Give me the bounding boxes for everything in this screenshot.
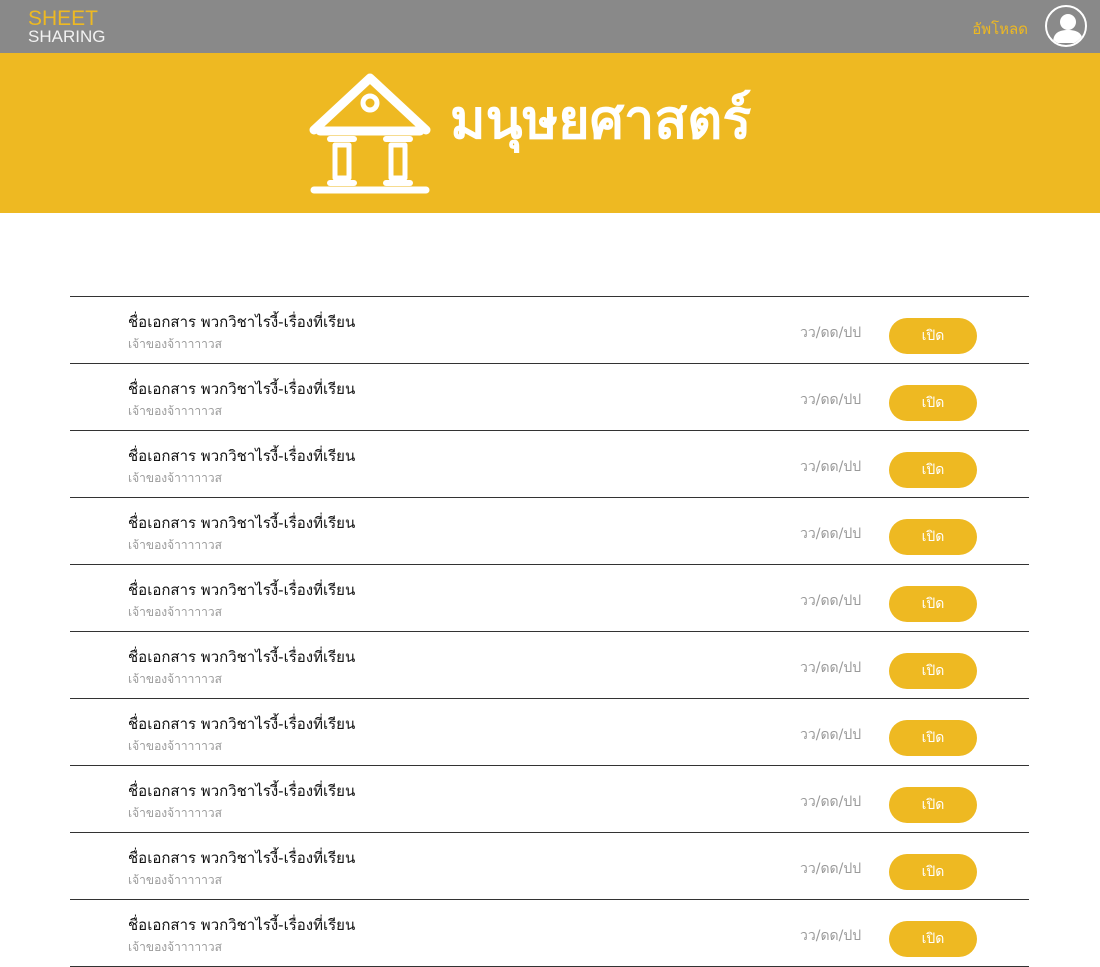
user-avatar-icon[interactable] — [1045, 5, 1087, 47]
page-title: มนุษยศาสตร์ — [450, 88, 752, 151]
document-owner: เจ้าของจ้าาาาาวส — [128, 940, 222, 954]
document-date: วว/ดด/ปป — [800, 660, 862, 676]
document-owner: เจ้าของจ้าาาาาวส — [128, 404, 222, 418]
document-owner: เจ้าของจ้าาาาาวส — [128, 873, 222, 887]
open-button[interactable]: เปิด — [889, 385, 977, 421]
document-row[interactable]: ชื่อเอกสาร พวกวิชาไรงี้-เรื่องที่เรียน เ… — [70, 900, 1029, 967]
open-button[interactable]: เปิด — [889, 586, 977, 622]
document-row[interactable]: ชื่อเอกสาร พวกวิชาไรงี้-เรื่องที่เรียน เ… — [70, 364, 1029, 431]
document-row[interactable]: ชื่อเอกสาร พวกวิชาไรงี้-เรื่องที่เรียน เ… — [70, 297, 1029, 364]
document-date: วว/ดด/ปป — [800, 928, 862, 944]
open-button[interactable]: เปิด — [889, 921, 977, 957]
document-date: วว/ดด/ปป — [800, 794, 862, 810]
open-button[interactable]: เปิด — [889, 787, 977, 823]
document-name[interactable]: ชื่อเอกสาร พวกวิชาไรงี้-เรื่องที่เรียน — [128, 913, 355, 937]
document-list: ชื่อเอกสาร พวกวิชาไรงี้-เรื่องที่เรียน เ… — [70, 296, 1029, 967]
document-date: วว/ดด/ปป — [800, 325, 862, 341]
site-logo[interactable]: SHEET SHARING — [28, 8, 105, 45]
open-button[interactable]: เปิด — [889, 452, 977, 488]
document-row[interactable]: ชื่อเอกสาร พวกวิชาไรงี้-เรื่องที่เรียน เ… — [70, 431, 1029, 498]
building-columns-icon — [308, 73, 432, 195]
category-banner: มนุษยศาสตร์ — [0, 53, 1100, 213]
document-name[interactable]: ชื่อเอกสาร พวกวิชาไรงี้-เรื่องที่เรียน — [128, 779, 355, 803]
document-name[interactable]: ชื่อเอกสาร พวกวิชาไรงี้-เรื่องที่เรียน — [128, 511, 355, 535]
document-owner: เจ้าของจ้าาาาาวส — [128, 471, 222, 485]
document-name[interactable]: ชื่อเอกสาร พวกวิชาไรงี้-เรื่องที่เรียน — [128, 377, 355, 401]
document-row[interactable]: ชื่อเอกสาร พวกวิชาไรงี้-เรื่องที่เรียน เ… — [70, 699, 1029, 766]
document-row[interactable]: ชื่อเอกสาร พวกวิชาไรงี้-เรื่องที่เรียน เ… — [70, 833, 1029, 900]
open-button[interactable]: เปิด — [889, 653, 977, 689]
document-date: วว/ดด/ปป — [800, 861, 862, 877]
document-date: วว/ดด/ปป — [800, 727, 862, 743]
document-name[interactable]: ชื่อเอกสาร พวกวิชาไรงี้-เรื่องที่เรียน — [128, 645, 355, 669]
document-name[interactable]: ชื่อเอกสาร พวกวิชาไรงี้-เรื่องที่เรียน — [128, 712, 355, 736]
upload-link[interactable]: อัพโหลด — [972, 17, 1028, 41]
document-row[interactable]: ชื่อเอกสาร พวกวิชาไรงี้-เรื่องที่เรียน เ… — [70, 498, 1029, 565]
document-owner: เจ้าของจ้าาาาาวส — [128, 605, 222, 619]
document-name[interactable]: ชื่อเอกสาร พวกวิชาไรงี้-เรื่องที่เรียน — [128, 578, 355, 602]
document-row[interactable]: ชื่อเอกสาร พวกวิชาไรงี้-เรื่องที่เรียน เ… — [70, 565, 1029, 632]
open-button[interactable]: เปิด — [889, 318, 977, 354]
top-bar: SHEET SHARING อัพโหลด — [0, 0, 1100, 53]
document-date: วว/ดด/ปป — [800, 526, 862, 542]
document-owner: เจ้าของจ้าาาาาวส — [128, 672, 222, 686]
document-owner: เจ้าของจ้าาาาาวส — [128, 538, 222, 552]
open-button[interactable]: เปิด — [889, 519, 977, 555]
logo-line-sheet: SHEET — [28, 7, 99, 30]
document-owner: เจ้าของจ้าาาาาวส — [128, 806, 222, 820]
document-name[interactable]: ชื่อเอกสาร พวกวิชาไรงี้-เรื่องที่เรียน — [128, 846, 355, 870]
document-date: วว/ดด/ปป — [800, 459, 862, 475]
logo-line-sharing: SHARING — [28, 27, 106, 46]
document-owner: เจ้าของจ้าาาาาวส — [128, 337, 222, 351]
document-name[interactable]: ชื่อเอกสาร พวกวิชาไรงี้-เรื่องที่เรียน — [128, 310, 355, 334]
open-button[interactable]: เปิด — [889, 720, 977, 756]
open-button[interactable]: เปิด — [889, 854, 977, 890]
document-date: วว/ดด/ปป — [800, 392, 862, 408]
document-row[interactable]: ชื่อเอกสาร พวกวิชาไรงี้-เรื่องที่เรียน เ… — [70, 766, 1029, 833]
document-name[interactable]: ชื่อเอกสาร พวกวิชาไรงี้-เรื่องที่เรียน — [128, 444, 355, 468]
document-row[interactable]: ชื่อเอกสาร พวกวิชาไรงี้-เรื่องที่เรียน เ… — [70, 632, 1029, 699]
document-date: วว/ดด/ปป — [800, 593, 862, 609]
document-owner: เจ้าของจ้าาาาาวส — [128, 739, 222, 753]
